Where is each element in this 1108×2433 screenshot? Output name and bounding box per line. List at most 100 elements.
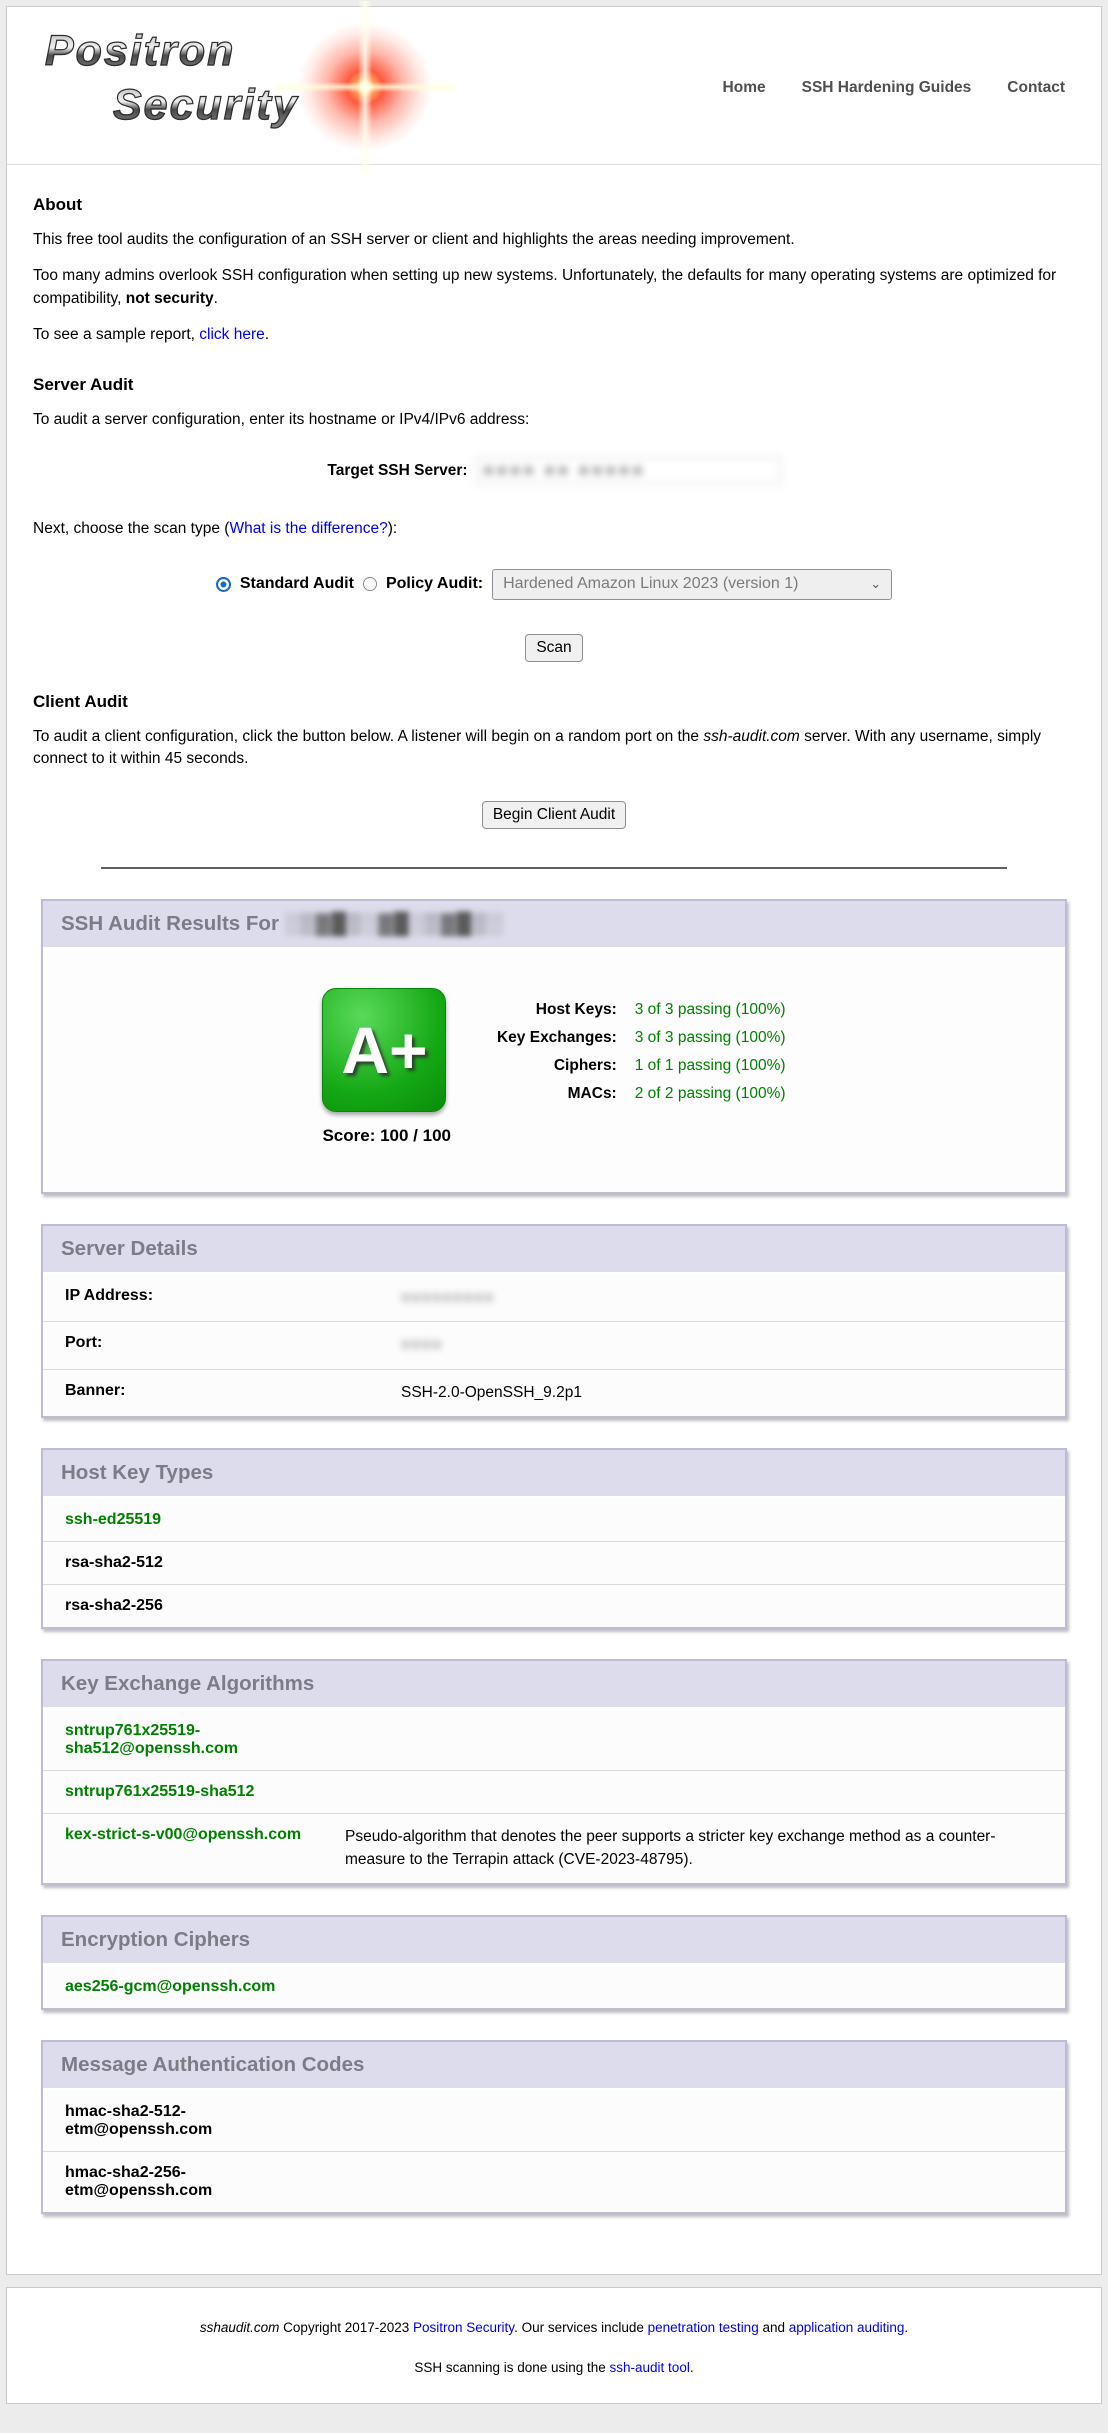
kex-note: Pseudo-algorithm that denotes the peer s… (345, 1814, 1065, 1883)
kex-name: sntrup761x25519-sha512 (43, 1771, 345, 1814)
stat-value: 3 of 3 passing (100%) (626, 996, 786, 1024)
kex-name: kex-strict-s-v00@openssh.com (43, 1814, 345, 1883)
server-details-box: Server Details IP Address: ●●●●●●●●● Por… (41, 1224, 1067, 1418)
footer-line-1: sshaudit.com Copyright 2017-2023 Positro… (19, 2318, 1089, 2338)
about-paragraph-2: Too many admins overlook SSH configurati… (33, 265, 1075, 310)
scan-type-difference-link[interactable]: What is the difference? (229, 520, 387, 537)
policy-audit-radio[interactable] (363, 577, 377, 591)
target-ssh-server-label: Target SSH Server: (327, 462, 467, 480)
kex-note (345, 1771, 1065, 1814)
detail-value: ●●●●●●●●● (401, 1275, 1065, 1322)
positron-security-link[interactable]: Positron Security (413, 2320, 514, 2335)
chevron-down-icon: ⌄ (870, 576, 881, 592)
obscured-ip-value: ●●●●●●●●● (401, 1289, 494, 1306)
penetration-testing-link[interactable]: penetration testing (648, 2320, 759, 2335)
detail-value: ●●●● (401, 1322, 1065, 1369)
table-row: hmac-sha2-512-etm@openssh.com (43, 2091, 1065, 2152)
about-paragraph-3: To see a sample report, click here. (33, 324, 1075, 346)
sample-report-link[interactable]: click here (199, 326, 264, 343)
policy-audit-label[interactable]: Policy Audit: (386, 575, 483, 593)
main-content-box: Positron Security Home SSH Hardening Gui… (6, 6, 1102, 2275)
standard-audit-label[interactable]: Standard Audit (240, 575, 354, 593)
site-footer: sshaudit.com Copyright 2017-2023 Positro… (6, 2287, 1102, 2404)
sample-report-text: To see a sample report, (33, 326, 199, 343)
about-p2-period: . (214, 290, 218, 307)
table-row: rsa-sha2-256 (43, 1585, 1065, 1628)
results-title: SSH Audit Results For (61, 912, 285, 935)
kex-name-text: sntrup761x25519-sha512@openssh.com (65, 1722, 325, 1758)
standard-audit-radio[interactable] (216, 577, 231, 592)
table-row: Banner: SSH-2.0-OpenSSH_9.2p1 (43, 1369, 1065, 1416)
footer-period: . (904, 2320, 908, 2335)
application-auditing-link[interactable]: application auditing (789, 2320, 905, 2335)
stat-label: Host Keys: (497, 996, 626, 1024)
mac-name: hmac-sha2-256-etm@openssh.com (43, 2152, 345, 2213)
table-row: kex-strict-s-v00@openssh.com Pseudo-algo… (43, 1814, 1065, 1883)
table-row: Port: ●●●● (43, 1322, 1065, 1369)
client-audit-paragraph: To audit a client configuration, click t… (33, 726, 1075, 771)
client-audit-heading: Client Audit (33, 692, 1075, 712)
key-exchange-header: Key Exchange Algorithms (43, 1661, 1065, 1710)
stat-row-host-keys: Host Keys: 3 of 3 passing (100%) (497, 996, 786, 1024)
begin-client-audit-button[interactable]: Begin Client Audit (482, 801, 626, 829)
host-key-types-header: Host Key Types (43, 1450, 1065, 1499)
detail-label: Banner: (43, 1369, 401, 1416)
macs-header: Message Authentication Codes (43, 2042, 1065, 2091)
mac-name-text: hmac-sha2-512-etm@openssh.com (65, 2103, 303, 2139)
policy-select[interactable]: Hardened Amazon Linux 2023 (version 1) ⌄ (492, 569, 892, 600)
about-p2-bold: not security (126, 290, 214, 307)
stat-row-macs: MACs: 2 of 2 passing (100%) (497, 1080, 786, 1108)
client-audit-domain: ssh-audit.com (703, 728, 799, 745)
host-key-types-table: ssh-ed25519 rsa-sha2-512 rsa-sha2-256 (43, 1499, 1065, 1627)
macs-table: hmac-sha2-512-etm@openssh.com hmac-sha2-… (43, 2091, 1065, 2212)
starburst-flare-icon (275, 1, 455, 173)
scan-type-suffix: ): (388, 520, 397, 537)
stat-row-ciphers: Ciphers: 1 of 1 passing (100%) (497, 1052, 786, 1080)
site-header: Positron Security Home SSH Hardening Gui… (7, 7, 1101, 165)
about-heading: About (33, 195, 1075, 215)
obscured-port-value: ●●●● (401, 1336, 442, 1353)
nav-contact[interactable]: Contact (1007, 79, 1065, 97)
host-key-name: ssh-ed25519 (43, 1499, 1065, 1542)
scan-button[interactable]: Scan (525, 634, 582, 662)
table-row: IP Address: ●●●●●●●●● (43, 1275, 1065, 1322)
key-exchange-table: sntrup761x25519-sha512@openssh.com sntru… (43, 1710, 1065, 1883)
mac-note (345, 2152, 1065, 2213)
kex-name: sntrup761x25519-sha512@openssh.com (43, 1710, 345, 1771)
ssh-audit-tool-link[interactable]: ssh-audit tool (610, 2360, 690, 2375)
footer-line2-period: . (690, 2360, 694, 2375)
detail-label: Port: (43, 1322, 401, 1369)
section-divider (101, 867, 1008, 869)
footer-copyright-text: Copyright 2017-2023 (279, 2320, 413, 2335)
footer-scanning-text: SSH scanning is done using the (414, 2360, 609, 2375)
detail-label: IP Address: (43, 1275, 401, 1322)
mac-note (345, 2091, 1065, 2152)
footer-services-text: . Our services include (514, 2320, 648, 2335)
client-audit-button-row: Begin Client Audit (33, 801, 1075, 829)
logo-text-positron: Positron (45, 27, 235, 76)
scan-type-text: Next, choose the scan type ( (33, 520, 229, 537)
grade-letter: A+ (341, 1012, 427, 1088)
table-row: sntrup761x25519-sha512@openssh.com (43, 1710, 1065, 1771)
table-row: ssh-ed25519 (43, 1499, 1065, 1542)
target-ssh-server-input[interactable] (476, 457, 781, 484)
nav-ssh-hardening-guides[interactable]: SSH Hardening Guides (802, 79, 972, 97)
mac-name: hmac-sha2-512-etm@openssh.com (43, 2091, 345, 2152)
server-details-table: IP Address: ●●●●●●●●● Port: ●●●● Banner:… (43, 1275, 1065, 1416)
footer-line-2: SSH scanning is done using the ssh-audit… (19, 2358, 1089, 2378)
scan-button-row: Scan (33, 634, 1075, 662)
mac-name-text: hmac-sha2-256-etm@openssh.com (65, 2164, 303, 2200)
table-row: sntrup761x25519-sha512 (43, 1771, 1065, 1814)
footer-domain: sshaudit.com (200, 2320, 280, 2335)
key-exchange-box: Key Exchange Algorithms sntrup761x25519-… (41, 1659, 1067, 1885)
encryption-ciphers-box: Encryption Ciphers aes256-gcm@openssh.co… (41, 1915, 1067, 2010)
host-key-name: rsa-sha2-512 (43, 1542, 1065, 1585)
stat-label: Key Exchanges: (497, 1024, 626, 1052)
macs-box: Message Authentication Codes hmac-sha2-5… (41, 2040, 1067, 2214)
results-header: SSH Audit Results For ░▒▓█▒░▓█░▒▓█▒░ (43, 901, 1065, 950)
banner-value: SSH-2.0-OpenSSH_9.2p1 (401, 1369, 1065, 1416)
table-row: hmac-sha2-256-etm@openssh.com (43, 2152, 1065, 2213)
nav-home[interactable]: Home (723, 79, 766, 97)
kex-name-text: sntrup761x25519-sha512 (65, 1783, 254, 1801)
stat-row-key-exchanges: Key Exchanges: 3 of 3 passing (100%) (497, 1024, 786, 1052)
